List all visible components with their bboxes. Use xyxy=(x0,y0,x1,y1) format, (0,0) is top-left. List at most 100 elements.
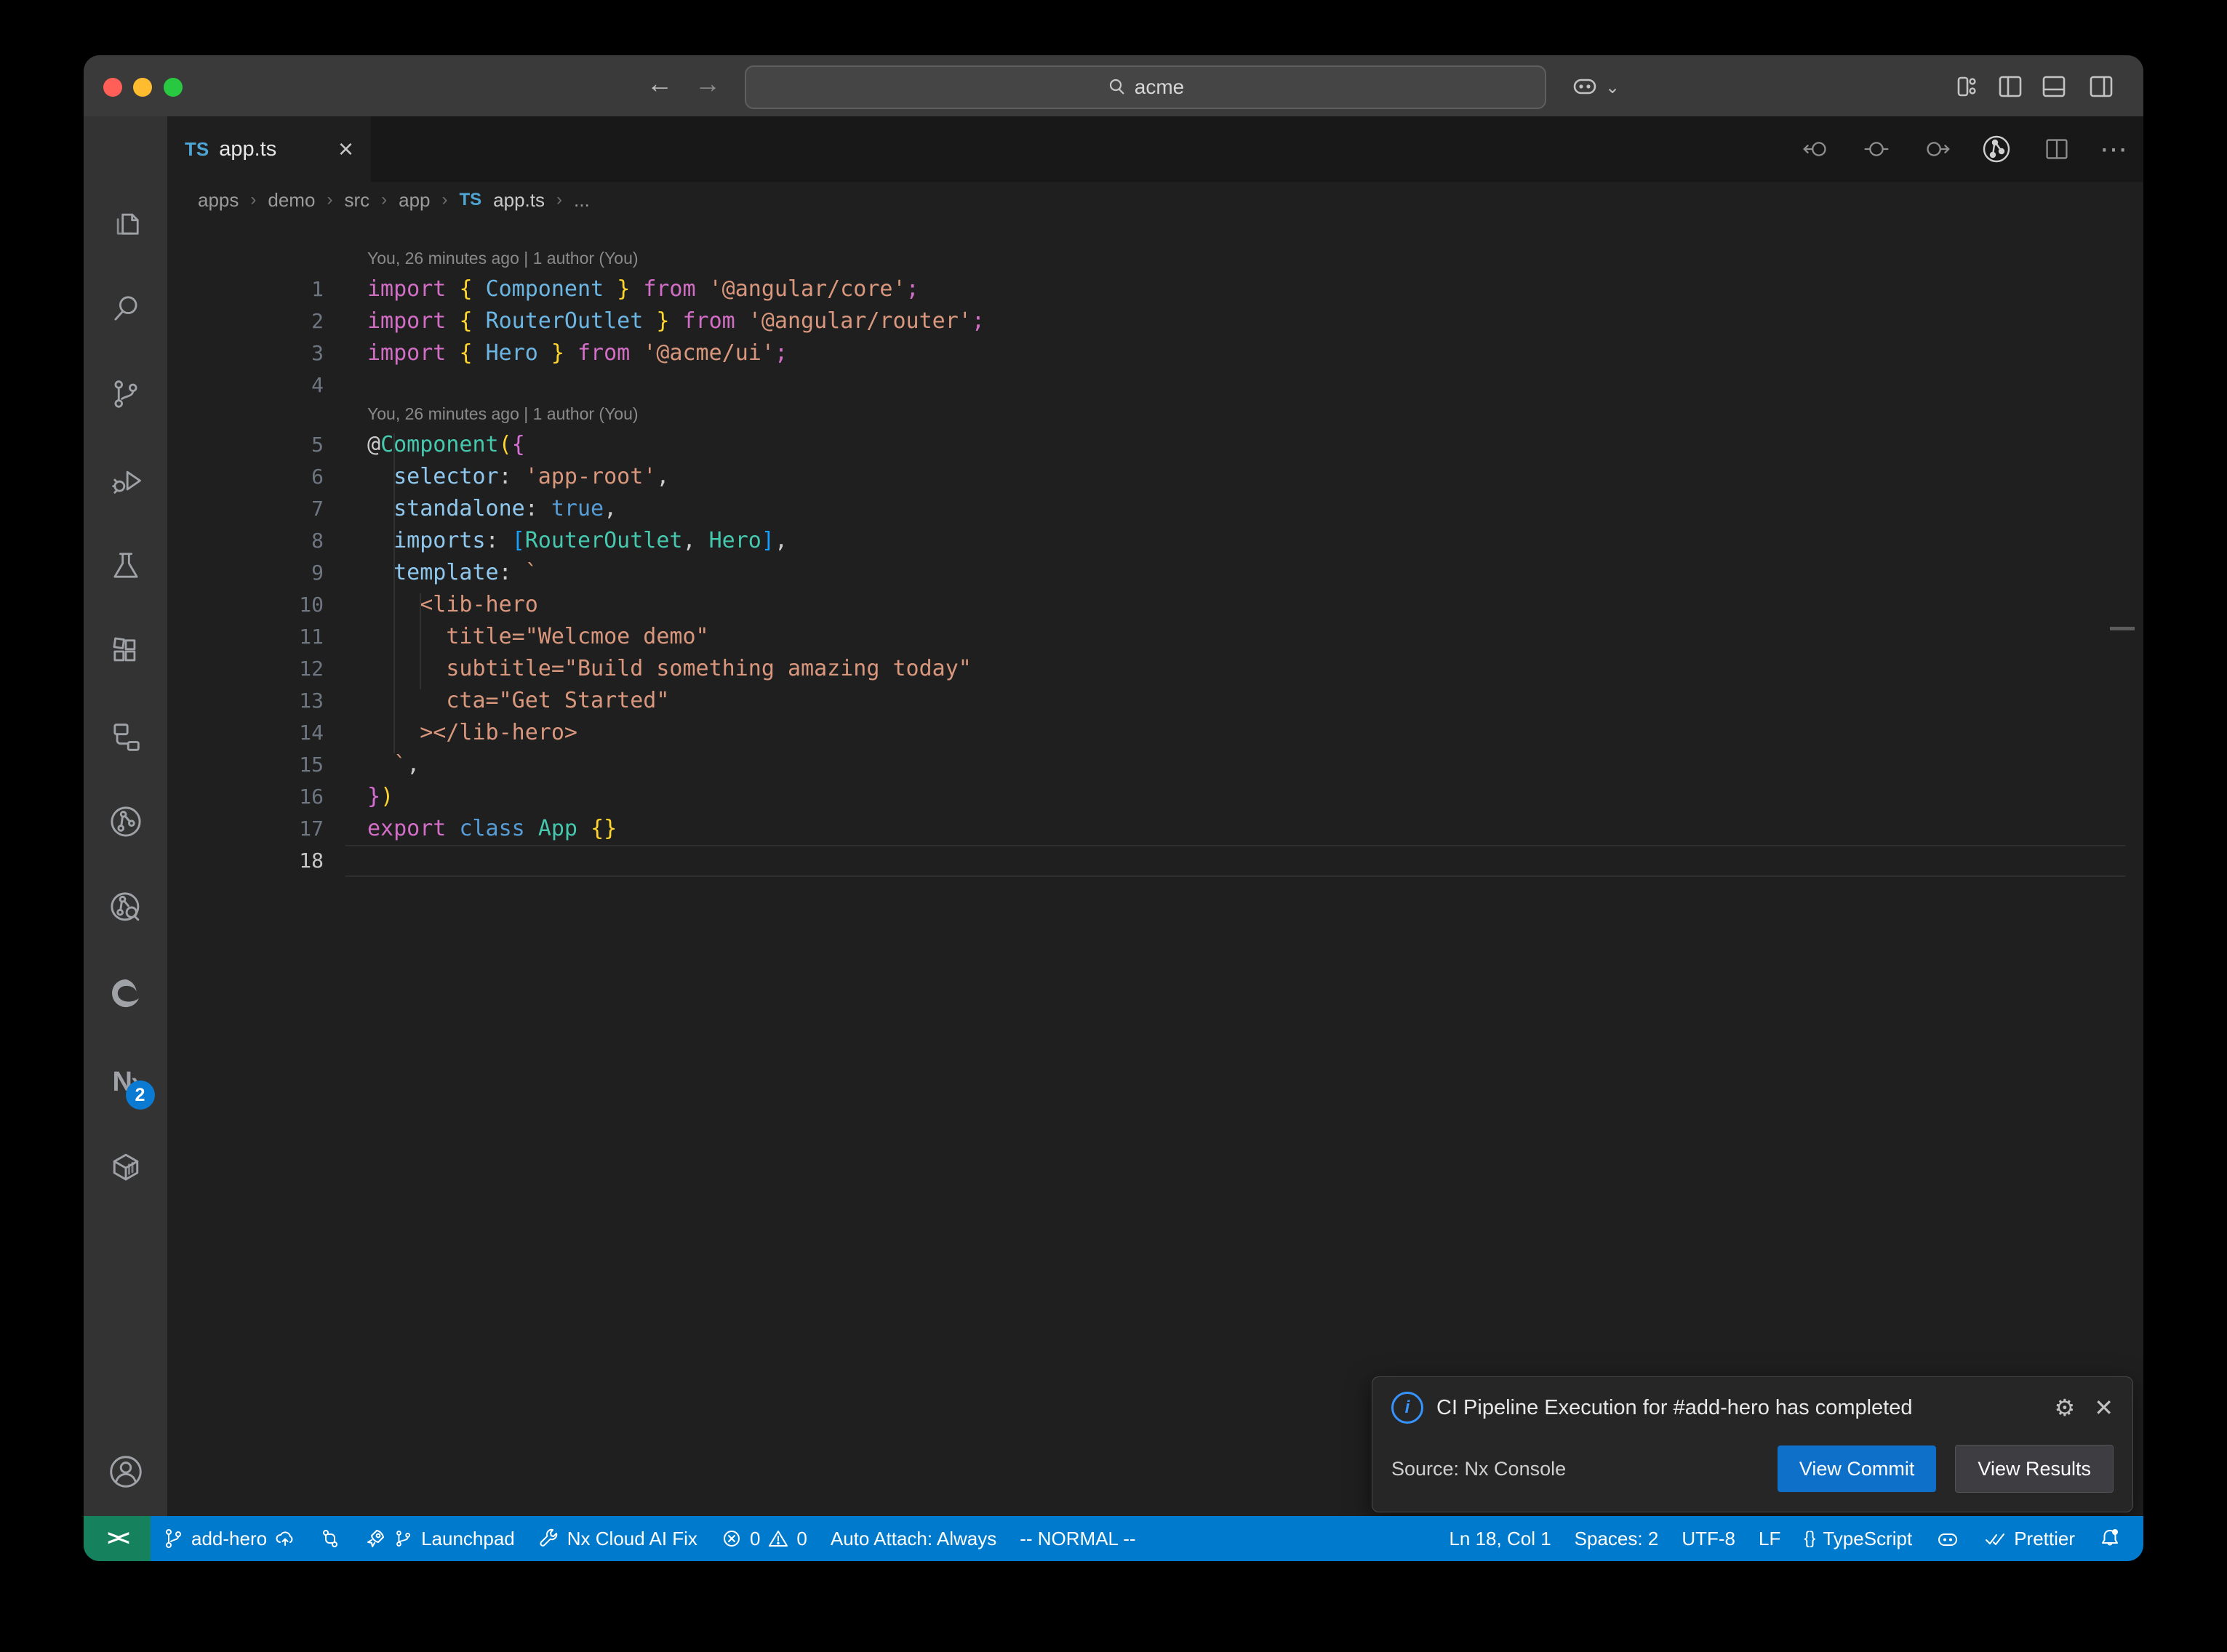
toggle-sidebar-icon[interactable] xyxy=(1994,70,2027,103)
encoding-item[interactable]: UTF-8 xyxy=(1670,1528,1747,1550)
code-line-2[interactable]: 2import { RouterOutlet } from '@angular/… xyxy=(167,305,2143,337)
code-line-17[interactable]: 17export class App {} xyxy=(167,813,2143,845)
indentation-item[interactable]: Spaces: 2 xyxy=(1563,1528,1671,1550)
code-editor[interactable]: You, 26 minutes ago | 1 author (You)1imp… xyxy=(167,218,2143,1516)
auto-attach-item[interactable]: Auto Attach: Always xyxy=(819,1528,1008,1550)
project-structure-icon[interactable] xyxy=(105,717,146,758)
status-bar: >< add-hero Launchpad Nx Cloud AI Fix 0 … xyxy=(84,1516,2143,1561)
vscode-window: ← → acme ⌄ xyxy=(84,55,2143,1561)
chevron-down-icon[interactable]: ⌄ xyxy=(1605,77,1620,98)
container-icon[interactable] xyxy=(105,1146,146,1187)
notification-settings-gear-icon[interactable]: ⚙ xyxy=(2055,1394,2076,1422)
notification-close-icon[interactable]: ✕ xyxy=(2094,1394,2114,1422)
copilot-icon[interactable] xyxy=(1569,70,1601,102)
edge-tools-icon[interactable] xyxy=(105,973,146,1014)
blame-annotation: You, 26 minutes ago | 1 author (You) xyxy=(167,246,2143,273)
command-center-search[interactable]: acme xyxy=(745,65,1546,109)
code-line-18[interactable]: 18 xyxy=(167,845,2143,877)
back-arrow-icon[interactable]: ← xyxy=(642,68,677,99)
breadcrumb-item[interactable]: app xyxy=(399,189,430,212)
code-line-16[interactable]: 16}) xyxy=(167,781,2143,813)
activity-bar: N› 2 ⚙ xyxy=(84,116,167,1516)
nav-forward-circle-icon[interactable] xyxy=(1919,132,1953,166)
split-editor-icon[interactable] xyxy=(2040,132,2074,166)
code-line-7[interactable]: 7 standalone: true, xyxy=(167,493,2143,525)
compare-changes-item[interactable] xyxy=(308,1528,353,1549)
warning-count: 0 xyxy=(796,1528,807,1550)
search-icon[interactable] xyxy=(105,288,146,329)
nav-current-circle-icon[interactable] xyxy=(1860,132,1893,166)
nx-graph-action-icon[interactable] xyxy=(1979,132,2014,167)
customize-layout-icon[interactable] xyxy=(1950,70,1983,103)
nx-graph-icon[interactable] xyxy=(105,801,146,842)
minimize-window-button[interactable] xyxy=(133,78,152,97)
formatter-item[interactable]: Prettier xyxy=(1972,1527,2087,1550)
line-number: 14 xyxy=(167,717,324,749)
code-lines: You, 26 minutes ago | 1 author (You)1imp… xyxy=(167,246,2143,877)
line-number: 3 xyxy=(167,337,324,369)
more-actions-icon[interactable]: ⋯ xyxy=(2100,133,2129,166)
tab-app-ts[interactable]: TS app.ts × xyxy=(167,116,371,182)
close-window-button[interactable] xyxy=(103,78,122,97)
breadcrumb-item[interactable]: src xyxy=(344,189,369,212)
breadcrumb-item[interactable]: apps xyxy=(198,189,239,212)
search-value: acme xyxy=(1135,76,1184,99)
code-line-14[interactable]: 14 ></lib-hero> xyxy=(167,717,2143,749)
typescript-file-icon: TS xyxy=(185,138,209,161)
source-control-icon[interactable] xyxy=(105,374,146,414)
line-number: 8 xyxy=(167,525,324,557)
code-line-13[interactable]: 13 cta="Get Started" xyxy=(167,685,2143,717)
zoom-window-button[interactable] xyxy=(164,78,183,97)
remote-indicator[interactable]: >< xyxy=(84,1516,151,1561)
close-tab-icon[interactable]: × xyxy=(338,136,353,162)
breadcrumb-item[interactable]: demo xyxy=(268,189,315,212)
run-debug-icon[interactable] xyxy=(105,460,146,500)
code-line-5[interactable]: 5@Component({ xyxy=(167,429,2143,461)
code-line-15[interactable]: 15 `, xyxy=(167,749,2143,781)
code-line-3[interactable]: 3import { Hero } from '@acme/ui'; xyxy=(167,337,2143,369)
rocket-icon xyxy=(364,1528,386,1549)
vim-mode-item[interactable]: -- NORMAL -- xyxy=(1008,1528,1147,1550)
code-line-11[interactable]: 11 title="Welcmoe demo" xyxy=(167,621,2143,653)
double-check-icon xyxy=(1983,1527,2007,1550)
nav-back-circle-icon[interactable] xyxy=(1800,132,1834,166)
notification-toast: i CI Pipeline Execution for #add-hero ha… xyxy=(1372,1376,2133,1512)
code-line-6[interactable]: 6 selector: 'app-root', xyxy=(167,461,2143,493)
forward-arrow-icon[interactable]: → xyxy=(690,68,725,99)
toggle-panel-icon[interactable] xyxy=(2037,70,2071,103)
nx-cloud-ai-fix-item[interactable]: Nx Cloud AI Fix xyxy=(527,1528,709,1550)
extensions-icon[interactable] xyxy=(105,631,146,672)
nx-graph-search-icon[interactable] xyxy=(105,887,146,928)
code-line-12[interactable]: 12 subtitle="Build something amazing tod… xyxy=(167,653,2143,685)
explorer-icon[interactable] xyxy=(105,202,146,243)
launchpad-item[interactable]: Launchpad xyxy=(353,1528,527,1550)
line-number: 4 xyxy=(167,369,324,401)
typescript-file-icon: TS xyxy=(460,190,482,210)
testing-icon[interactable] xyxy=(105,545,146,586)
notification-title: CI Pipeline Execution for #add-hero has … xyxy=(1436,1396,2042,1420)
bell-icon xyxy=(2098,1527,2122,1550)
breadcrumb-item[interactable]: app.ts xyxy=(493,189,545,212)
code-line-4[interactable]: 4 xyxy=(167,369,2143,401)
nx-console-icon[interactable]: N› 2 xyxy=(105,1062,146,1102)
indent-guide xyxy=(393,433,395,753)
code-line-8[interactable]: 8 imports: [RouterOutlet, Hero], xyxy=(167,525,2143,557)
code-line-10[interactable]: 10 <lib-hero xyxy=(167,589,2143,621)
notifications-bell-item[interactable] xyxy=(2087,1527,2133,1550)
blame-annotation: You, 26 minutes ago | 1 author (You) xyxy=(167,401,2143,429)
copilot-status-item[interactable] xyxy=(1924,1526,1972,1551)
code-line-9[interactable]: 9 template: ` xyxy=(167,557,2143,589)
tab-label: app.ts xyxy=(219,137,328,161)
view-results-button[interactable]: View Results xyxy=(1955,1445,2114,1493)
line-number: 9 xyxy=(167,557,324,589)
language-mode-item[interactable]: {} TypeScript xyxy=(1792,1528,1924,1550)
eol-item[interactable]: LF xyxy=(1747,1528,1792,1550)
toggle-secondary-sidebar-icon[interactable] xyxy=(2084,70,2118,103)
breadcrumb-item[interactable]: ... xyxy=(574,189,590,212)
cursor-position-item[interactable]: Ln 18, Col 1 xyxy=(1437,1528,1562,1550)
view-commit-button[interactable]: View Commit xyxy=(1778,1446,1937,1492)
account-icon[interactable] xyxy=(105,1451,146,1492)
problems-item[interactable]: 0 0 xyxy=(709,1528,819,1550)
code-line-1[interactable]: 1import { Component } from '@angular/cor… xyxy=(167,273,2143,305)
git-branch-item[interactable]: add-hero xyxy=(151,1528,308,1550)
